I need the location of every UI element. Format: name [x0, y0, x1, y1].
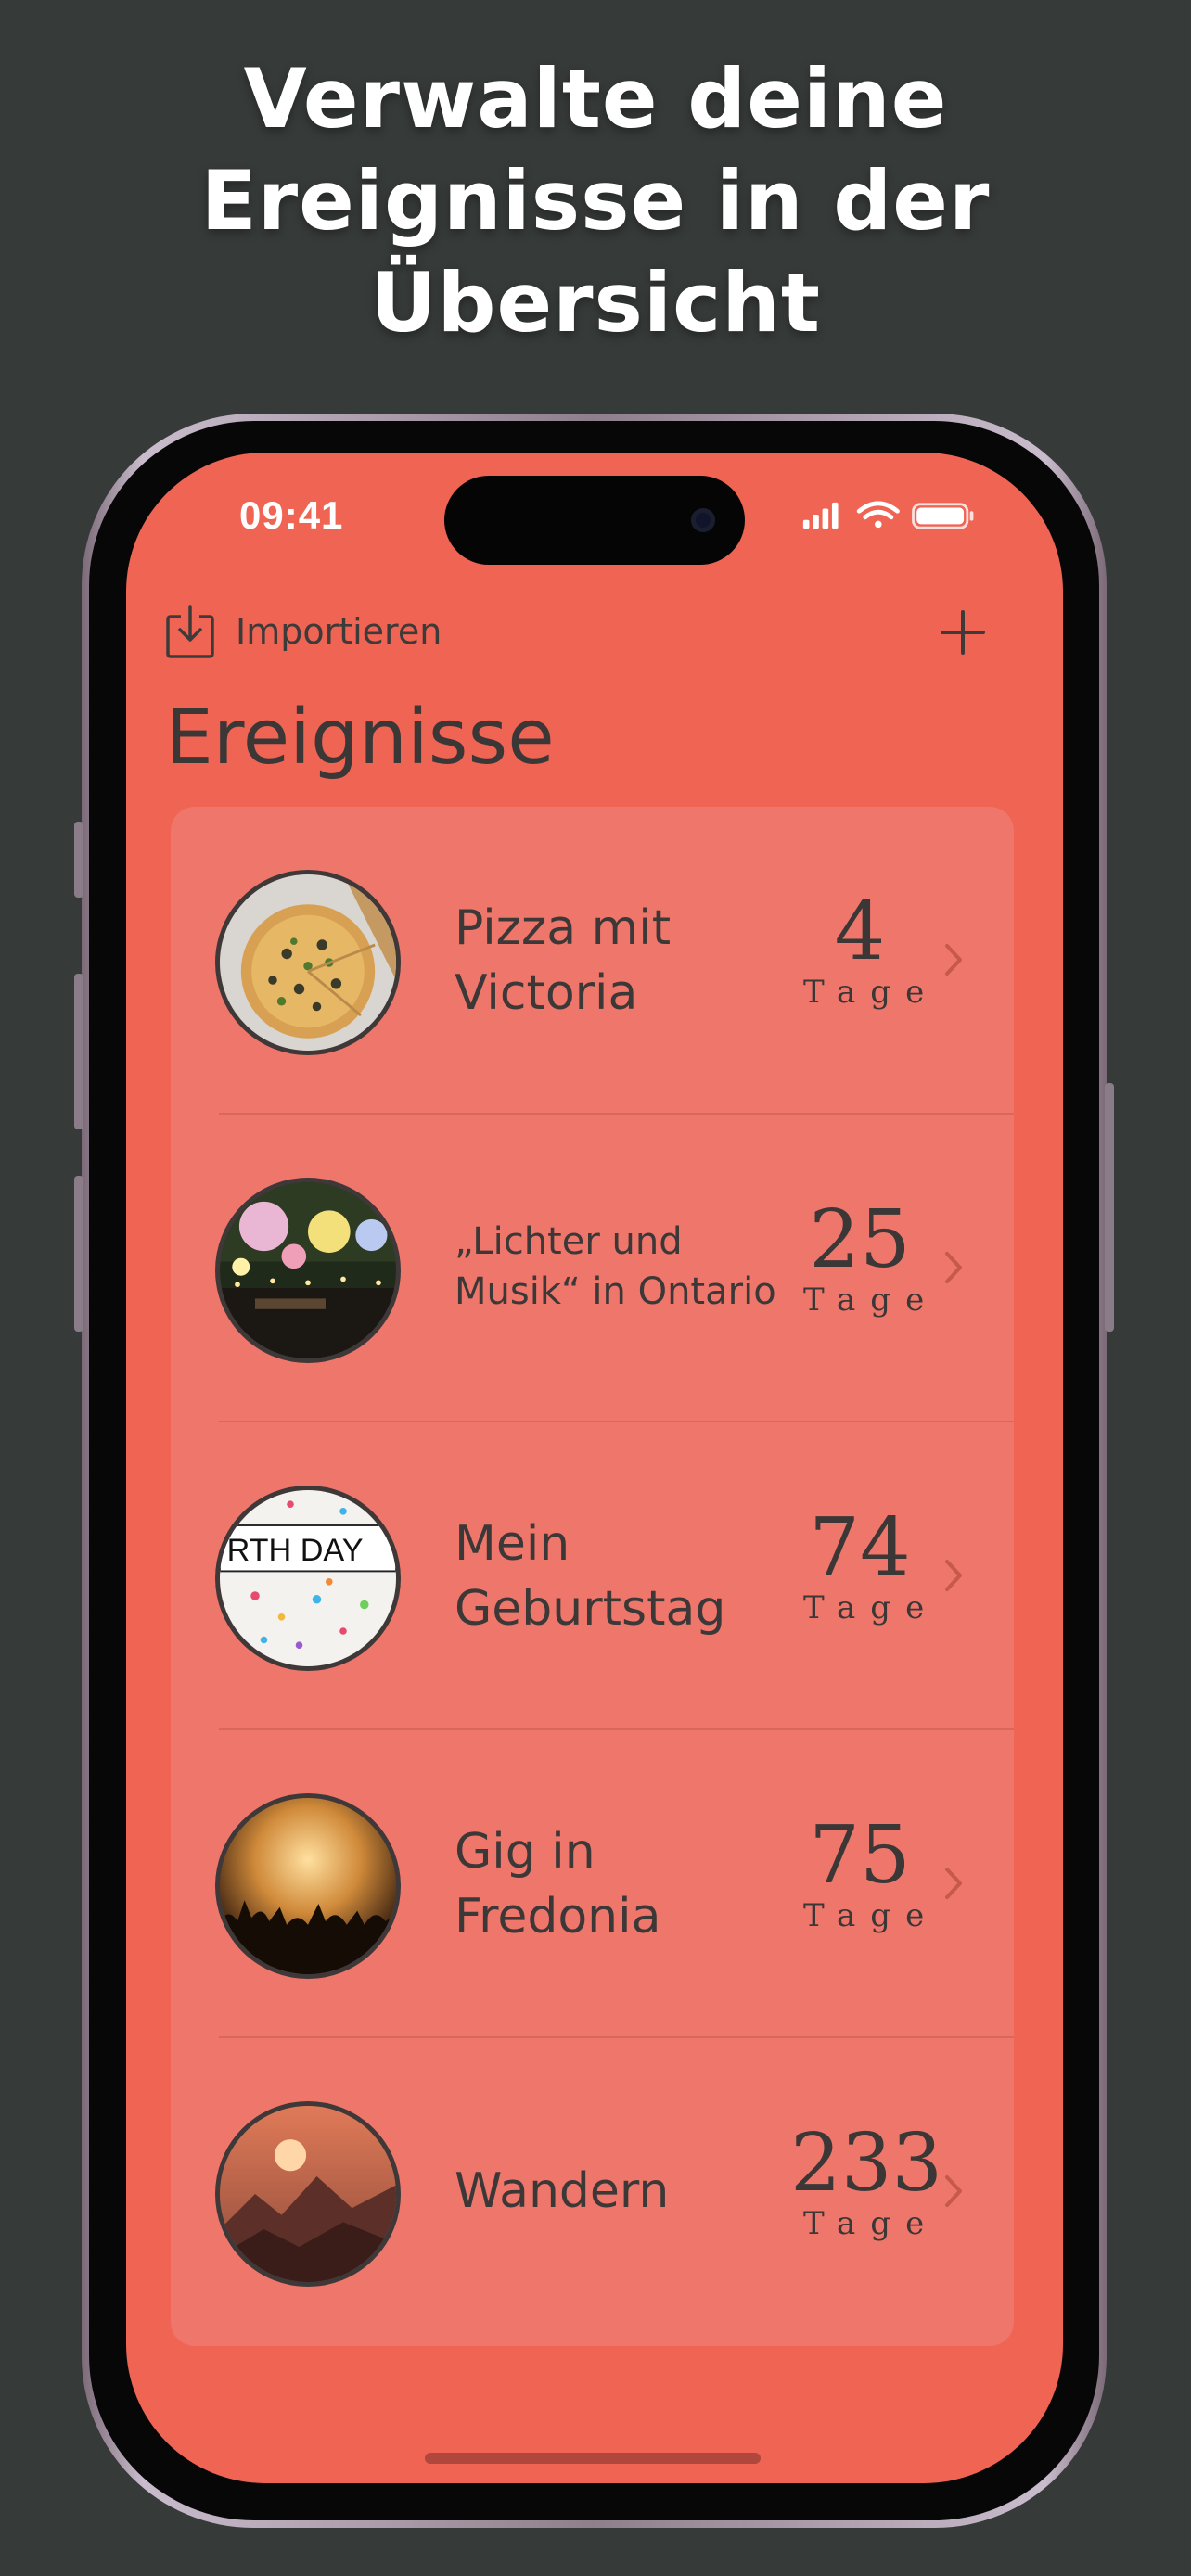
power-button: [1105, 1083, 1114, 1332]
days-count: 4: [834, 886, 886, 978]
event-image-pizza: [215, 870, 401, 1055]
days-unit: Tage: [803, 1282, 940, 1319]
chevron-right-icon: [945, 944, 962, 976]
event-image-concert: [215, 1793, 401, 1979]
event-row-gig[interactable]: Gig in Fredonia 75 Tage: [171, 1730, 1014, 2038]
phone-screen: 09:41 Importieren Ereignisse Pizza mit V…: [126, 453, 1063, 2483]
event-row-hiking[interactable]: Wandern 233 Tage: [171, 2038, 1014, 2346]
days-count: 75: [809, 1809, 911, 1902]
event-countdown: 4 Tage: [790, 890, 929, 1011]
event-title: „Lichter und Musik“ in Ontario: [455, 1220, 776, 1313]
volume-down-button: [74, 1176, 83, 1332]
event-countdown: 233 Tage: [790, 2117, 943, 2242]
home-indicator[interactable]: [425, 2453, 761, 2464]
event-title: Gig in Fredonia: [455, 1824, 661, 1945]
event-countdown: 74 Tage: [790, 1506, 929, 1626]
days-unit: Tage: [803, 1589, 940, 1626]
event-title: Wandern: [455, 2163, 670, 2219]
event-image-birthday: RTH DAY: [215, 1486, 401, 1671]
days-count: 74: [809, 1501, 911, 1594]
days-unit: Tage: [803, 1897, 940, 1934]
days-count: 25: [809, 1193, 911, 1286]
chevron-right-icon: [945, 1560, 962, 1591]
event-title: Mein Geburtstag: [455, 1516, 726, 1637]
import-tray-icon: [166, 605, 214, 658]
import-label: Importieren: [236, 611, 442, 652]
plus-icon[interactable]: [939, 608, 987, 657]
events-list: Pizza mit Victoria 4 Tage „Lichter und M…: [171, 807, 1014, 2346]
event-image-mountains: [215, 2101, 401, 2287]
days-unit: Tage: [803, 974, 940, 1011]
event-title: Pizza mit Victoria: [455, 900, 672, 1021]
event-countdown: 75 Tage: [790, 1814, 929, 1934]
birthday-sign-text: RTH DAY: [227, 1533, 364, 1568]
page-title: Ereignisse: [165, 694, 555, 782]
battery-icon: [912, 503, 974, 529]
signal-icon: [802, 502, 839, 529]
status-time: 09:41: [239, 493, 344, 537]
headline-line-1: Verwalte deine: [243, 51, 948, 147]
event-image-lanterns: [215, 1178, 401, 1363]
event-row-pizza[interactable]: Pizza mit Victoria 4 Tage: [171, 807, 1014, 1115]
event-row-birthday[interactable]: RTH DAY Mein Geburtstag 74 Tage: [171, 1422, 1014, 1730]
volume-up-button: [74, 974, 83, 1129]
marketing-headline: Verwalte deine Ereignisse in der Übersic…: [0, 48, 1191, 354]
days-count: 233: [790, 2117, 943, 2210]
days-unit: Tage: [803, 2205, 940, 2242]
chevron-right-icon: [945, 2175, 962, 2207]
status-icons: [802, 501, 974, 529]
headline-line-3: Übersicht: [370, 255, 821, 351]
mute-switch: [74, 822, 83, 898]
import-button[interactable]: Importieren: [165, 603, 442, 660]
chevron-right-icon: [945, 1252, 962, 1283]
headline-line-2: Ereignisse in der: [200, 153, 991, 249]
dynamic-island: [444, 476, 745, 565]
event-countdown: 25 Tage: [790, 1198, 929, 1319]
event-row-lights-music[interactable]: „Lichter und Musik“ in Ontario 25 Tage: [171, 1115, 1014, 1422]
chevron-right-icon: [945, 1868, 962, 1899]
camera-icon: [691, 508, 715, 532]
wifi-icon: [856, 501, 900, 529]
